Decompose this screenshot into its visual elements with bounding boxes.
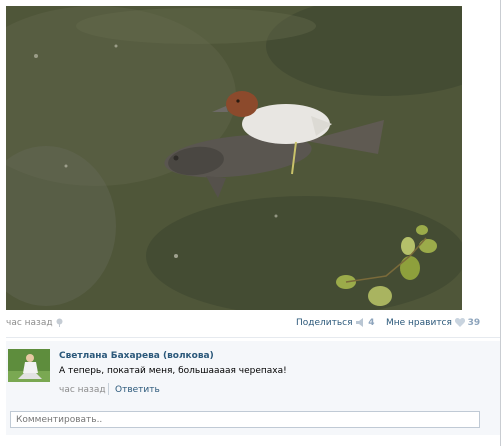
comment-input[interactable] bbox=[10, 411, 480, 428]
megaphone-icon bbox=[356, 318, 364, 327]
share-button[interactable]: Поделиться 4 bbox=[296, 318, 375, 328]
share-count: 4 bbox=[368, 318, 375, 328]
separator bbox=[108, 383, 109, 395]
post-time[interactable]: час назад bbox=[6, 318, 64, 328]
right-border bbox=[500, 0, 501, 446]
divider bbox=[6, 337, 500, 338]
reply-button[interactable]: Ответить bbox=[115, 385, 160, 395]
comment-author[interactable]: Светлана Бахарева (волкова) bbox=[59, 351, 214, 361]
flag-icon[interactable] bbox=[55, 318, 64, 327]
like-button[interactable]: Мне нравится 39 bbox=[386, 318, 480, 328]
comment-text: А теперь, покатай меня, большаааая череп… bbox=[59, 366, 287, 376]
like-label: Мне нравится bbox=[386, 318, 452, 328]
like-count: 39 bbox=[467, 318, 481, 328]
comment-time[interactable]: час назад bbox=[59, 385, 106, 395]
post-time-text: час назад bbox=[6, 318, 53, 328]
share-label: Поделиться bbox=[296, 318, 353, 328]
avatar[interactable] bbox=[8, 349, 50, 382]
post-photo[interactable] bbox=[6, 6, 462, 310]
post-meta: час назад Поделиться 4 Мне нравится 39 bbox=[6, 315, 484, 331]
heart-icon bbox=[454, 318, 465, 327]
